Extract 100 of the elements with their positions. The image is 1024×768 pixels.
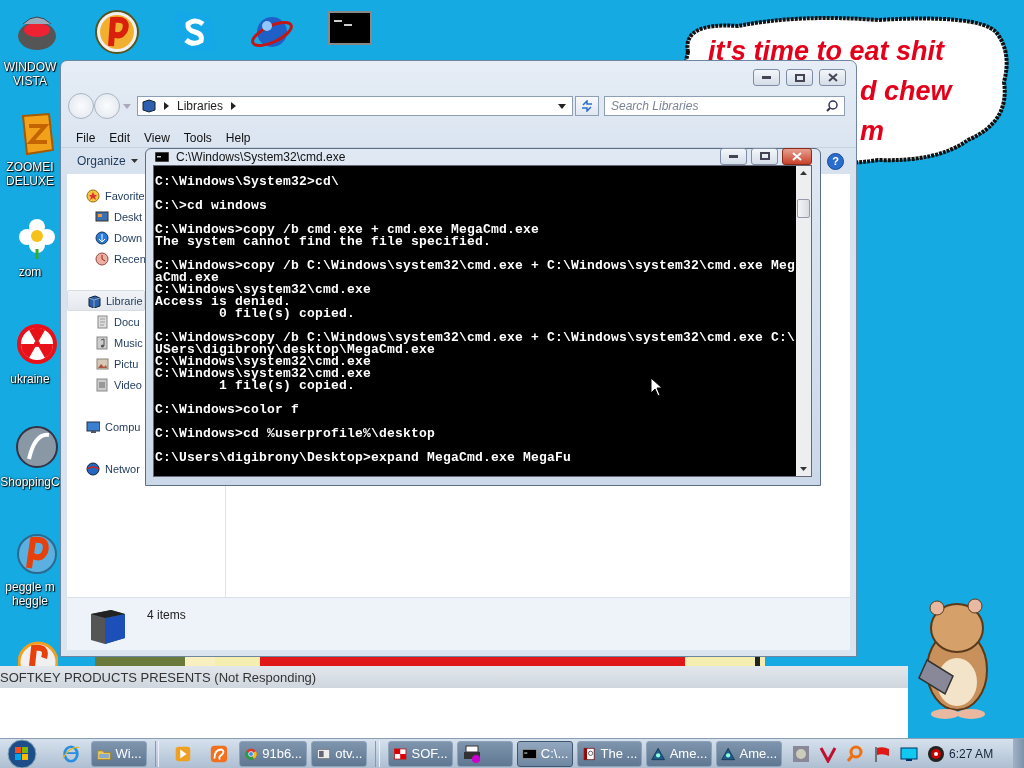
organize-button[interactable]: Organize <box>77 154 138 168</box>
icon-label: zom <box>18 265 42 279</box>
close-icon <box>792 151 802 161</box>
console-icon <box>155 152 169 162</box>
taskbar-button[interactable]: The ... <box>577 740 643 767</box>
cube-icon <box>89 608 127 646</box>
minimize-icon <box>762 76 771 79</box>
cursor-icon <box>650 377 663 397</box>
item-count: 4 items <box>147 608 186 622</box>
globe-icon <box>95 230 109 245</box>
browser-e-icon[interactable] <box>60 742 81 765</box>
monitor-icon <box>86 419 100 434</box>
speaker-icon[interactable] <box>927 744 946 763</box>
nav-item[interactable]: Video <box>67 374 143 395</box>
console-line: C:\Windows\system32\cmd.exe <box>155 284 372 296</box>
console-line: C:\Windows>copy /b C:\Windows\system32\cmd.exe + C:\Windows\system32\cmd.exe Meg <box>155 260 796 272</box>
music-note-icon <box>95 335 109 350</box>
taskbar-button[interactable]: otv... <box>310 740 368 767</box>
console-line: The system cannot find the file specified. <box>155 236 492 248</box>
console-line: C:\Windows\system32\cmd.exe <box>155 356 372 368</box>
nav-item[interactable]: Favorite <box>67 185 146 206</box>
maximize-icon <box>759 152 770 160</box>
nav-item[interactable]: Music <box>67 332 144 353</box>
nav-item[interactable]: Networ <box>67 458 141 479</box>
icon-label: VISTA <box>13 74 47 88</box>
clock[interactable]: 6:27 AM <box>949 746 994 761</box>
chevron-icon <box>164 102 169 110</box>
nav-item[interactable]: Down <box>67 227 144 248</box>
search-field[interactable]: Search Libraries <box>604 96 845 116</box>
taskbar-button[interactable] <box>456 740 513 767</box>
minimize-icon <box>729 154 738 158</box>
console-line: C:\Windows>copy /b C:\Windows\system32\cmd.exe + C:\Windows\system32\cmd.exe C:\ <box>155 332 796 344</box>
console-line: USers\digibrony\desktop\MegaCmd.exe <box>155 344 436 356</box>
window-title: SOFTKEY PRODUCTS PRESENTS (Not Responding) <box>0 669 317 685</box>
taskbar-button[interactable]: Ame... <box>716 740 783 767</box>
chat-bubble-icon[interactable] <box>173 10 217 54</box>
breadcrumb[interactable]: Libraries <box>177 99 224 113</box>
icon-label: ShoppingC <box>0 475 60 489</box>
caret-icon <box>130 159 138 163</box>
taskbar-button[interactable]: Ame... <box>646 740 713 767</box>
picture-frame-icon <box>95 356 109 371</box>
console-line: C:\Windows\System32>cd\ <box>155 176 340 188</box>
console-line: C:\>cd windows <box>155 200 268 212</box>
start-orb-icon <box>7 738 38 768</box>
globe-icon <box>86 461 100 476</box>
maximize-icon <box>794 73 805 82</box>
menu-item[interactable]: View <box>137 130 177 145</box>
console-line: Access is denied. <box>155 296 292 308</box>
nav-item[interactable]: Compu <box>67 416 142 437</box>
bubble-text: d chew <box>860 76 952 106</box>
star-icon <box>86 188 100 203</box>
icon-label: heggle <box>11 594 48 608</box>
clock-icon <box>95 251 109 266</box>
close-button[interactable] <box>819 69 846 86</box>
console-line: aCmd.exe <box>155 272 219 284</box>
nav-item[interactable]: Recen <box>67 248 147 269</box>
scrollbar[interactable] <box>796 166 811 476</box>
taskbar-button[interactable]: 91b6... <box>239 740 307 767</box>
console-line: C:\Windows\system32\cmd.exe <box>155 368 372 380</box>
up-arrow-icon <box>800 171 807 175</box>
nav-item[interactable]: Deskt <box>67 206 144 227</box>
close-icon <box>827 73 838 82</box>
icon-label: DELUXE <box>6 174 54 188</box>
menu-item[interactable]: Help <box>218 130 258 145</box>
menu-item[interactable]: File <box>69 130 103 145</box>
nav-item[interactable]: Librarie <box>67 290 145 311</box>
refresh-button[interactable] <box>575 96 599 116</box>
start-button[interactable] <box>6 738 39 768</box>
down-arrow-icon <box>800 467 807 471</box>
printer-icon <box>461 743 482 764</box>
maximize-button[interactable] <box>786 69 813 86</box>
console-line: C:\Users\digibrony\Desktop>expand MegaCmd.exe MegaFu <box>155 452 572 464</box>
console-line: C:\Windows>copy /b cmd.exe + cmd.exe MegaCmd.exe <box>155 224 540 236</box>
menu-item[interactable]: Tools <box>176 130 219 145</box>
help-button[interactable]: ? <box>827 152 844 170</box>
monitor-icon[interactable] <box>900 744 919 763</box>
disc-icon[interactable] <box>15 425 59 471</box>
menu-item[interactable]: Edit <box>102 130 138 145</box>
cube-icon <box>87 293 101 308</box>
icon-label: ZOOMEI <box>6 160 54 174</box>
console-line: C:\Windows>cd %userprofile%\desktop <box>155 428 436 440</box>
search-icon <box>826 100 838 112</box>
address-bar[interactable]: Libraries <box>137 96 573 116</box>
bubble-text: it's time to eat shit <box>708 36 944 66</box>
caret-icon[interactable] <box>558 103 566 109</box>
ball-icon[interactable] <box>95 10 139 54</box>
flag-icon[interactable] <box>873 744 892 763</box>
nav-item[interactable]: Pictu <box>67 353 140 374</box>
refresh-icon <box>581 100 593 112</box>
taskbar-button[interactable]: SOF... <box>388 740 453 767</box>
taskbar-button[interactable]: Wi... <box>90 740 147 767</box>
console-line: 1 file(s) copied. <box>219 380 356 392</box>
bubble-text: m <box>860 116 884 146</box>
minimize-button[interactable] <box>753 69 780 86</box>
icon-label: WINDOW <box>3 60 57 74</box>
cube-icon <box>142 99 156 113</box>
scroll-thumb[interactable] <box>797 199 810 218</box>
monitor-icon <box>95 209 109 224</box>
document-icon <box>95 314 109 329</box>
nav-item[interactable]: Docu <box>67 311 141 332</box>
